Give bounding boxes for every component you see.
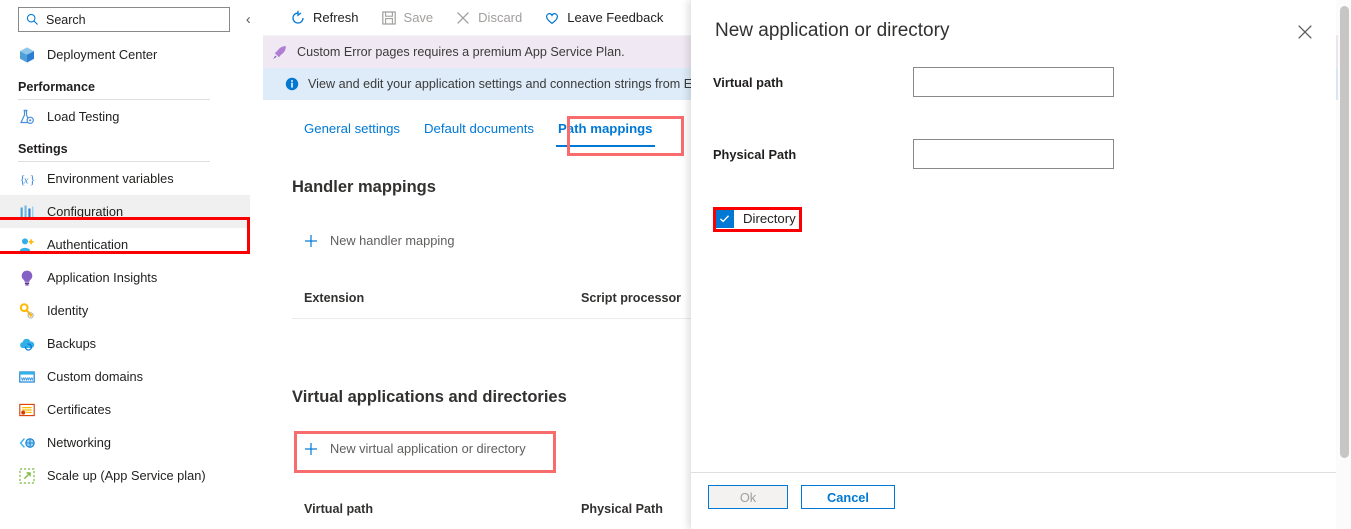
refresh-label: Refresh xyxy=(313,10,359,25)
virtual-path-field-row: Virtual path xyxy=(713,65,1323,99)
search-icon xyxy=(26,13,39,26)
identity-key-icon xyxy=(18,302,36,320)
tab-general-settings[interactable]: General settings xyxy=(292,112,412,147)
sidebar-item-label: Identity xyxy=(47,303,88,318)
sidebar-item-authentication[interactable]: Authentication xyxy=(0,228,250,261)
virtual-path-label: Virtual path xyxy=(713,75,913,90)
sidebar-item-label: Configuration xyxy=(47,204,123,219)
heart-icon xyxy=(544,10,560,26)
sidebar-item-application-insights[interactable]: Application Insights xyxy=(0,261,250,294)
search-input[interactable]: Search xyxy=(18,7,230,32)
physical-path-input[interactable] xyxy=(913,139,1114,169)
sidebar-group-title: Settings xyxy=(18,142,230,161)
virtual-path-input[interactable] xyxy=(913,67,1114,97)
search-input-text: Search xyxy=(46,13,86,27)
backups-cloud-icon xyxy=(18,335,36,353)
sidebar-item-label: Authentication xyxy=(47,237,128,252)
sidebar-nav-list: Deployment Center Performance Load Testi… xyxy=(0,38,250,492)
dialog-title: New application or directory xyxy=(715,20,949,42)
save-label: Save xyxy=(404,10,434,25)
new-handler-mapping-button[interactable]: New handler mapping xyxy=(304,233,455,248)
braces-x-icon: { x } xyxy=(18,170,36,188)
plus-icon xyxy=(304,234,318,248)
discard-x-icon xyxy=(455,10,471,26)
premium-banner-text: Custom Error pages requires a premium Ap… xyxy=(297,45,625,59)
page-scrollbar[interactable] xyxy=(1338,0,1351,529)
new-application-or-directory-dialog: New application or directory Virtual pat… xyxy=(691,0,1336,529)
sidebar-item-label: Certificates xyxy=(47,402,111,417)
collapse-sidebar-button[interactable]: « xyxy=(240,10,250,30)
sidebar-item-label: Backups xyxy=(47,336,96,351)
new-virtual-application-label: New virtual application or directory xyxy=(330,441,526,456)
column-script-processor: Script processor xyxy=(581,291,681,305)
sidebar-item-backups[interactable]: Backups xyxy=(0,327,250,360)
sidebar-item-label: Deployment Center xyxy=(47,47,157,62)
virtual-applications-heading: Virtual applications and directories xyxy=(292,388,567,407)
info-banner-text: View and edit your application settings … xyxy=(308,77,705,91)
new-virtual-application-button[interactable]: New virtual application or directory xyxy=(304,441,526,456)
sidebar: Search « Deployment Center Performance xyxy=(0,0,250,529)
refresh-icon xyxy=(290,10,306,26)
authentication-icon xyxy=(18,236,36,254)
close-icon[interactable] xyxy=(1296,23,1314,41)
sidebar-item-label: Custom domains xyxy=(47,369,143,384)
sidebar-item-configuration[interactable]: Configuration xyxy=(0,195,250,228)
sidebar-item-load-testing[interactable]: Load Testing xyxy=(0,100,250,133)
sidebar-item-scale-up[interactable]: Scale up (App Service plan) xyxy=(0,459,250,492)
tab-path-mappings[interactable]: Path mappings xyxy=(546,112,665,147)
column-extension: Extension xyxy=(304,291,364,305)
svg-text:www: www xyxy=(20,376,34,382)
svg-text:x: x xyxy=(23,174,29,186)
sidebar-item-label: Networking xyxy=(47,435,111,450)
handler-mappings-heading: Handler mappings xyxy=(292,178,436,197)
directory-checkbox[interactable] xyxy=(715,209,734,228)
refresh-button[interactable]: Refresh xyxy=(290,0,371,36)
discard-button[interactable]: Discard xyxy=(455,0,534,36)
sidebar-group-title: Performance xyxy=(18,80,230,99)
info-icon xyxy=(285,77,299,91)
sidebar-item-custom-domains[interactable]: www Custom domains xyxy=(0,360,250,393)
directory-checkbox-row: Directory xyxy=(715,209,796,228)
svg-text:}: } xyxy=(29,171,35,186)
sidebar-item-label: Load Testing xyxy=(47,109,119,124)
scale-up-icon xyxy=(18,467,36,485)
application-insights-icon xyxy=(18,269,36,287)
load-testing-icon xyxy=(18,108,36,126)
sidebar-item-label: Scale up (App Service plan) xyxy=(47,468,206,483)
sidebar-item-networking[interactable]: Networking xyxy=(0,426,250,459)
column-physical-path: Physical Path xyxy=(581,502,663,516)
dialog-footer-divider xyxy=(691,472,1336,473)
networking-icon xyxy=(18,434,36,452)
discard-label: Discard xyxy=(478,10,522,25)
save-button[interactable]: Save xyxy=(381,0,446,36)
physical-path-field-row: Physical Path xyxy=(713,137,1323,171)
sidebar-item-identity[interactable]: Identity xyxy=(0,294,250,327)
sidebar-group-performance: Performance xyxy=(0,80,250,100)
sidebar-group-settings: Settings xyxy=(0,142,250,162)
directory-checkbox-label: Directory xyxy=(743,211,796,226)
sidebar-item-deployment-center[interactable]: Deployment Center xyxy=(0,38,250,71)
tab-default-documents[interactable]: Default documents xyxy=(412,112,546,147)
checkmark-icon xyxy=(718,212,731,225)
leave-feedback-button[interactable]: Leave Feedback xyxy=(544,0,675,36)
sidebar-item-label: Environment variables xyxy=(47,171,174,186)
rocket-icon xyxy=(271,44,288,61)
certificates-icon xyxy=(18,401,36,419)
sidebar-item-label: Application Insights xyxy=(47,270,157,285)
deployment-center-icon xyxy=(18,46,36,64)
leave-feedback-label: Leave Feedback xyxy=(567,10,663,25)
configuration-icon xyxy=(18,203,36,221)
sidebar-item-environment-variables[interactable]: { x } Environment variables xyxy=(0,162,250,195)
plus-icon xyxy=(304,442,318,456)
ok-button[interactable]: Ok xyxy=(708,485,788,509)
column-virtual-path: Virtual path xyxy=(304,502,373,516)
cancel-button[interactable]: Cancel xyxy=(801,485,895,509)
new-handler-mapping-label: New handler mapping xyxy=(330,233,455,248)
save-icon xyxy=(381,10,397,26)
physical-path-label: Physical Path xyxy=(713,147,913,162)
page-scrollbar-thumb[interactable] xyxy=(1340,6,1349,458)
sidebar-item-certificates[interactable]: Certificates xyxy=(0,393,250,426)
custom-domains-icon: www xyxy=(18,368,36,386)
